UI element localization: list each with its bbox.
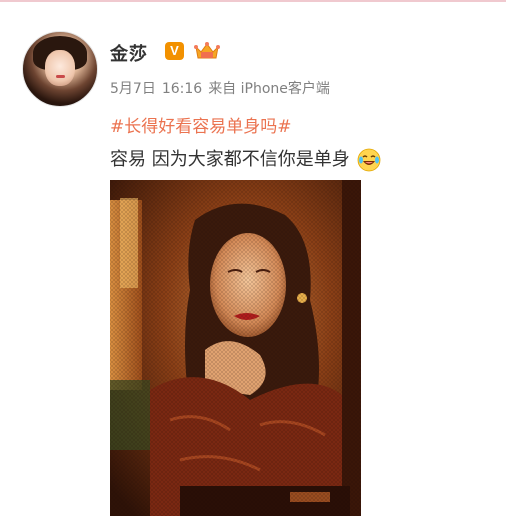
portrait-photo[interactable] [110,180,361,516]
post-source: 来自 iPhone客户端 [208,81,330,97]
post-date[interactable]: 5月7日 [110,81,156,97]
crown-icon[interactable] [193,40,221,62]
laugh-cry-emoji-icon [358,148,381,172]
photo-mesh-overlay [110,180,361,516]
verified-badge-icon[interactable]: V [165,42,184,60]
weibo-post: 金莎 V 5月7日 16:16 来自 iPhone客户端 #长得好看容易单身吗# 容… [0,0,506,530]
post-time[interactable]: 16:16 [162,81,202,97]
avatar-lip [56,75,65,78]
post-text: 容易 因为大家都不信你是单身 [110,149,350,170]
post-body: 容易 因为大家都不信你是单身 [110,145,381,172]
author-name[interactable]: 金莎 [110,40,148,66]
avatar-face [45,50,75,86]
top-divider [0,0,506,2]
post-meta: 5月7日 16:16 来自 iPhone客户端 [110,78,336,98]
hashtag-link[interactable]: #长得好看容易单身吗# [110,112,292,137]
avatar[interactable] [22,31,98,107]
